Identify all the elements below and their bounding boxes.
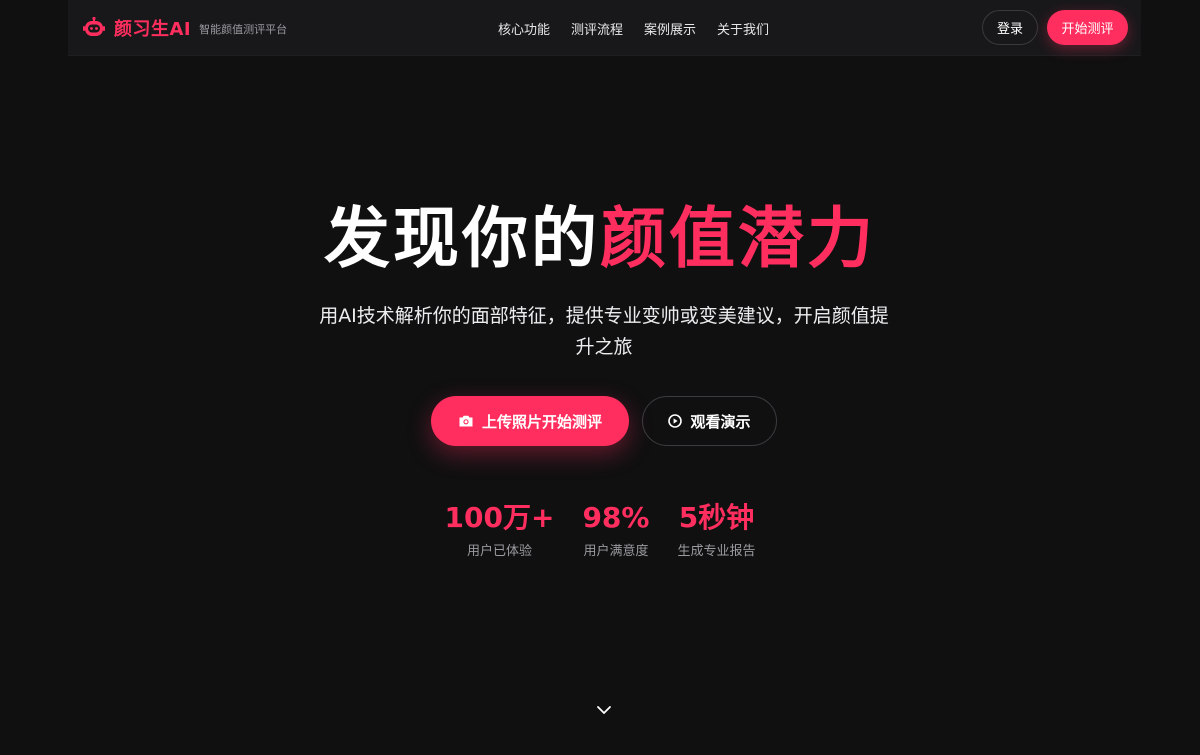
brand-logo[interactable]: 颜习生AI 智能颜值测评平台 xyxy=(82,14,287,42)
nav-link-process[interactable]: 测评流程 xyxy=(571,19,623,38)
nav-link-cases[interactable]: 案例展示 xyxy=(644,19,696,38)
stat-satisfaction: 98% 用户满意度 xyxy=(582,500,649,559)
hero-title-white: 发现你的 xyxy=(324,200,600,277)
stat-label: 用户已体验 xyxy=(466,544,532,559)
stat-value: 98% xyxy=(582,501,650,534)
nav-link-about[interactable]: 关于我们 xyxy=(717,19,769,38)
nav-links: 核心功能 测评流程 案例展示 关于我们 xyxy=(498,0,769,56)
hero-title-highlight: 颜值潜力 xyxy=(600,200,876,277)
play-icon xyxy=(668,414,683,428)
camera-icon xyxy=(459,415,473,427)
start-evaluation-nav-button[interactable]: 开始测评 xyxy=(1047,10,1128,45)
stat-speed: 5秒钟 生成专业报告 xyxy=(677,500,755,559)
landing-page: 颜习生AI 智能颜值测评平台 核心功能 测评流程 案例展示 关于我们 登录 开始… xyxy=(0,0,1200,755)
robot-icon xyxy=(83,16,105,36)
top-navbar: 颜习生AI 智能颜值测评平台 核心功能 测评流程 案例展示 关于我们 登录 开始… xyxy=(68,0,1141,56)
brand-tagline: 智能颜值测评平台 xyxy=(199,23,288,36)
chevron-down-icon[interactable] xyxy=(594,700,614,720)
brand-name: 颜习生AI xyxy=(114,19,192,40)
cta-row: 上传照片开始测评 观看演示 xyxy=(431,396,777,446)
stat-value: 100万+ xyxy=(444,501,555,534)
upload-photo-label: 上传照片开始测评 xyxy=(481,412,602,431)
hero-subtitle: 用AI技术解析你的面部特征，提供专业变帅或变美建议，开启颜值提升之旅 xyxy=(319,305,889,358)
nav-link-features[interactable]: 核心功能 xyxy=(498,19,550,38)
stats-row: 100万+ 用户已体验 98% 用户满意度 5秒钟 生成专业报告 xyxy=(0,500,1200,559)
stat-value: 5秒钟 xyxy=(678,501,755,534)
upload-photo-button[interactable]: 上传照片开始测评 xyxy=(431,396,629,446)
hero-title: 发现你的颜值潜力 xyxy=(0,196,1200,282)
watch-demo-button[interactable]: 观看演示 xyxy=(642,396,777,446)
stat-label: 生成专业报告 xyxy=(677,544,756,559)
stat-label: 用户满意度 xyxy=(583,544,649,559)
watch-demo-label: 观看演示 xyxy=(690,412,751,431)
stat-users: 100万+ 用户已体验 xyxy=(445,500,555,559)
login-button[interactable]: 登录 xyxy=(982,10,1038,45)
